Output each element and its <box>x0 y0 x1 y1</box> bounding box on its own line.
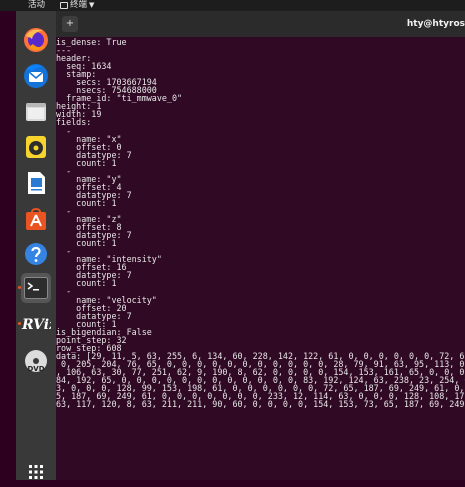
thunderbird-icon <box>24 64 48 88</box>
dock-item-firefox[interactable] <box>21 25 51 55</box>
document-icon <box>28 172 45 194</box>
activities-button[interactable]: 活动 <box>28 0 45 11</box>
terminal-icon <box>24 277 48 299</box>
dvd-label: DVD <box>28 365 45 373</box>
dock-item-rviz[interactable]: RViz <box>18 309 51 339</box>
dock: RViz DVD <box>16 11 56 480</box>
terminal-line: width: 19 <box>56 109 102 120</box>
app-menu[interactable]: 终端 ▼ <box>60 0 94 11</box>
dock-item-software[interactable] <box>21 204 51 234</box>
running-indicator <box>18 322 21 325</box>
terminal-line: datatype: 7 <box>56 230 132 241</box>
dock-item-help[interactable] <box>21 239 51 269</box>
terminal-window: + hty@htyros is_dense: True --- header: se… <box>56 11 465 480</box>
speaker-icon <box>26 136 46 158</box>
show-applications-button[interactable] <box>21 457 51 487</box>
dock-item-dvd[interactable]: DVD <box>21 346 51 376</box>
terminal-line: datatype: 7 <box>56 189 132 200</box>
terminal-line: --- <box>56 45 72 56</box>
help-icon <box>25 243 47 265</box>
terminal-line: header: <box>56 53 92 64</box>
window-title: hty@htyros <box>406 19 465 29</box>
rviz-label: RViz <box>21 317 51 333</box>
grid-icon <box>29 465 43 479</box>
terminal-app-icon <box>60 2 68 9</box>
rviz-icon: RViz <box>21 317 51 333</box>
terminal-line: count: 1 <box>56 197 117 208</box>
store-icon <box>26 208 46 230</box>
firefox-icon <box>24 28 48 52</box>
terminal-line: frame_id: "ti_mmwave_0" <box>56 93 183 104</box>
dock-item-files[interactable] <box>21 97 51 127</box>
terminal-line: seq: 1634 <box>56 61 112 72</box>
terminal-line: fields: <box>56 117 92 128</box>
terminal-line: height: 1 <box>56 101 102 112</box>
terminal-output[interactable]: is_dense: True --- header: seq: 1634 stamp… <box>56 38 465 480</box>
dock-item-terminal[interactable] <box>18 273 51 303</box>
terminal-line: datatype: 7 <box>56 149 132 160</box>
dock-item-thunderbird[interactable] <box>21 61 51 91</box>
dvd-icon: DVD <box>25 350 47 373</box>
terminal-line: count: 1 <box>56 157 117 168</box>
app-menu-label: 终端 <box>70 0 88 10</box>
new-tab-button[interactable]: + <box>62 16 78 32</box>
terminal-line: datatype: 7 <box>56 270 132 281</box>
window-header-bar: + hty@htyros <box>56 11 465 37</box>
terminal-line: datatype: 7 <box>56 310 132 321</box>
running-indicator <box>18 286 21 289</box>
dock-item-rhythmbox[interactable] <box>21 132 51 162</box>
chevron-down-icon: ▼ <box>89 1 95 9</box>
dock-item-writer[interactable] <box>21 168 51 198</box>
folder-icon <box>26 103 46 121</box>
top-bar: 活动 终端 ▼ <box>0 0 465 11</box>
terminal-line: is_dense: True <box>56 38 127 47</box>
terminal-line: count: 1 <box>56 278 117 289</box>
terminal-line: count: 1 <box>56 238 117 249</box>
terminal-line: 63, 117, 120, 8, 63, 211, 211, 90, 60, 0… <box>56 399 465 410</box>
